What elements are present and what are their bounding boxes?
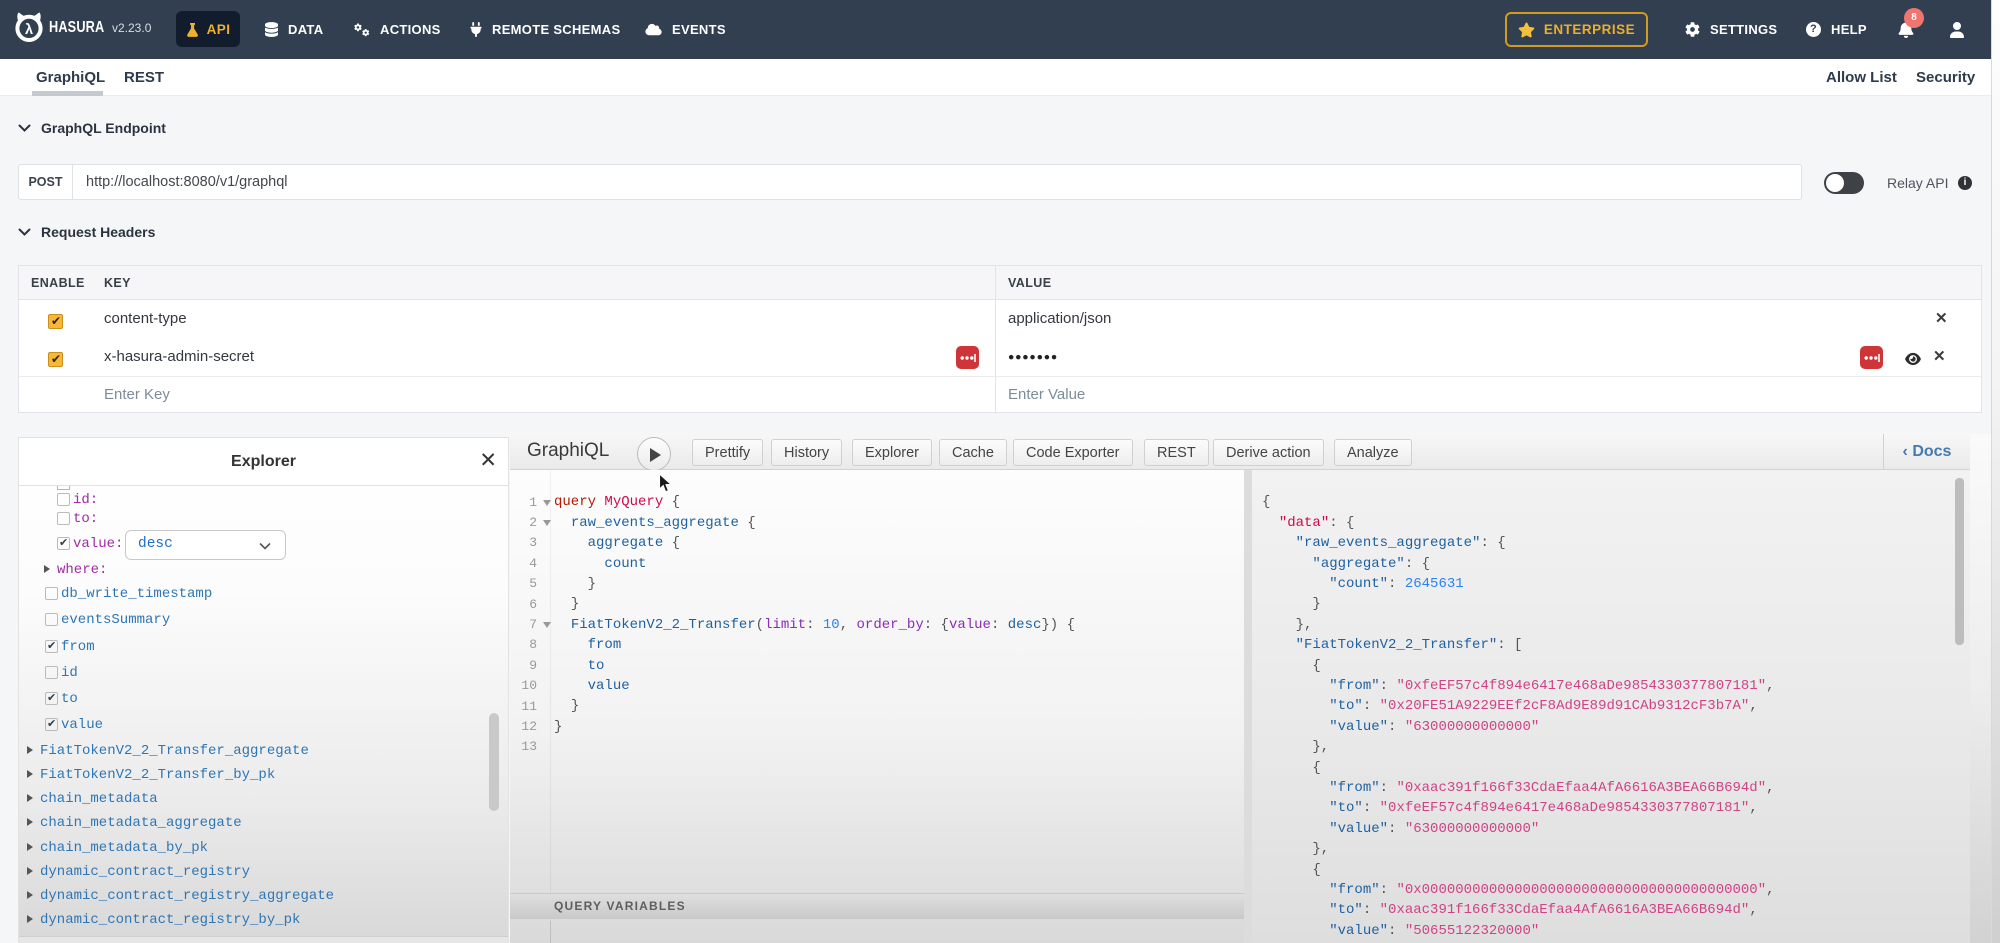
svg-text:λ: λ: [25, 22, 33, 38]
